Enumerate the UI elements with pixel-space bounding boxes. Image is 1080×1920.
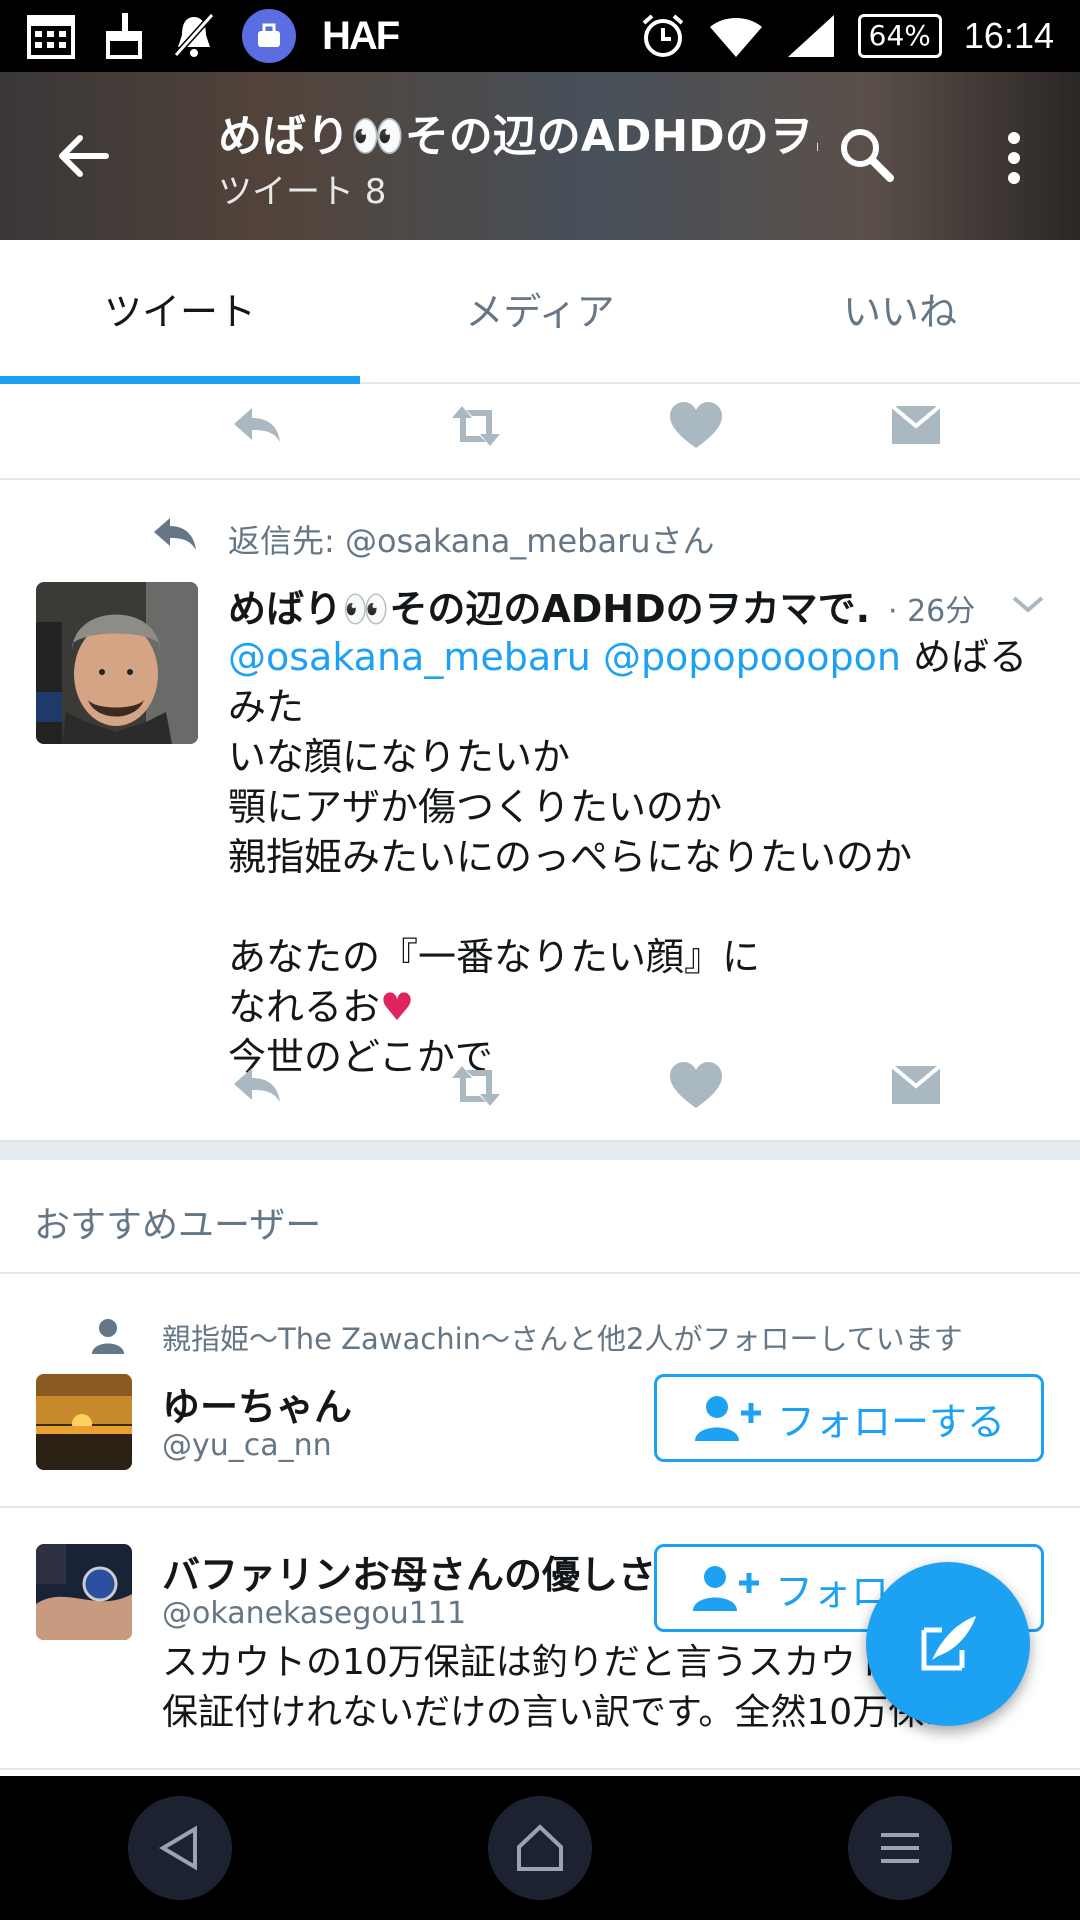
avatar[interactable] [36, 582, 198, 744]
back-nav-button[interactable] [128, 1796, 232, 1900]
reply-icon[interactable] [226, 396, 286, 456]
heart-emoji: ♥ [380, 985, 415, 1029]
system-navigation-bar [0, 1776, 1080, 1920]
user-name[interactable]: ゆーちゃん [162, 1376, 352, 1431]
follow-label: フォローする [776, 1399, 1005, 1444]
direct-message-icon[interactable] [886, 396, 946, 456]
divider [0, 478, 1080, 480]
mention-link[interactable]: @osakana_mebaru [228, 635, 591, 679]
home-icon [517, 1824, 563, 1871]
section-separator [0, 1140, 1080, 1160]
search-icon[interactable] [836, 124, 896, 184]
user-name[interactable]: バファリンお母さんの優しさ [162, 1544, 656, 1599]
profile-title: めばり👀その辺のADHDのヲ... [218, 111, 818, 162]
avatar[interactable] [36, 1544, 132, 1640]
home-nav-button[interactable] [488, 1796, 592, 1900]
tweet-count: ツイート 8 [218, 172, 387, 212]
profile-header: めばり👀その辺のADHDのヲ... ツイート 8 [0, 72, 1080, 240]
tweet-author-name[interactable]: めばり👀その辺のADHDのヲカマで... [228, 578, 868, 633]
tab-tweets[interactable]: ツイート [0, 240, 360, 384]
reply-context-icon [154, 518, 196, 550]
avatar[interactable] [36, 1374, 132, 1470]
tweet-timestamp: · 26分 [888, 594, 976, 629]
cleaner-icon [106, 13, 142, 59]
add-user-icon [694, 1396, 761, 1441]
recommended-users-title: おすすめユーザー [34, 1205, 322, 1246]
alarm-icon [642, 14, 683, 57]
like-icon[interactable] [666, 1056, 726, 1116]
like-icon[interactable] [666, 396, 726, 456]
app-icon [242, 9, 296, 63]
status-text: HAF [322, 13, 400, 58]
more-options-icon[interactable] [1000, 128, 1028, 188]
status-bar: HAF 64% 16:14 [0, 0, 1080, 72]
reply-to-label: 返信先: @osakana_mebaruさん [228, 522, 715, 560]
compose-tweet-button[interactable] [866, 1562, 1030, 1726]
tweet-actions [226, 396, 946, 456]
follow-button[interactable]: フォローする [654, 1374, 1044, 1462]
status-time: 16:14 [963, 15, 1054, 56]
tweet-text: @osakana_mebaru @popopooopon めばるみた いな顔にな… [228, 635, 1028, 1079]
person-icon [92, 1319, 124, 1354]
battery-indicator: 64% [857, 14, 942, 58]
profile-tabs: ツイート メディア いいね [0, 240, 1080, 384]
compose-quill-icon [921, 1616, 976, 1671]
reply-icon[interactable] [226, 1056, 286, 1116]
mute-icon [173, 12, 215, 58]
divider [0, 1272, 1080, 1274]
social-context: 親指姫〜The Zawachin〜さんと他2人がフォローしています [162, 1322, 963, 1356]
divider [0, 1506, 1080, 1508]
back-arrow-icon[interactable] [52, 124, 116, 188]
tab-likes[interactable]: いいね [720, 240, 1080, 382]
tweet-actions [226, 1056, 946, 1116]
twitter-profile-screen: HAF 64% 16:14 めばり👀その辺のADHDのヲ... ツイート 8 ツ… [0, 0, 1080, 1920]
tab-media[interactable]: メディア [360, 240, 720, 382]
retweet-icon[interactable] [446, 396, 506, 456]
user-handle: @yu_ca_nn [162, 1428, 332, 1463]
mention-link[interactable]: @popopooopon [603, 635, 901, 679]
direct-message-icon[interactable] [886, 1056, 946, 1116]
divider [0, 1768, 1080, 1770]
menu-icon [881, 1833, 919, 1863]
chevron-down-icon[interactable] [1010, 592, 1046, 616]
user-handle: @okanekasegou111 [162, 1596, 467, 1631]
retweet-icon[interactable] [446, 1056, 506, 1116]
calendar-icon [27, 15, 75, 59]
signal-icon [787, 15, 834, 57]
back-triangle-icon [159, 1825, 197, 1871]
recents-nav-button[interactable] [848, 1796, 952, 1900]
wifi-icon [709, 18, 762, 57]
add-user-icon [693, 1566, 759, 1611]
